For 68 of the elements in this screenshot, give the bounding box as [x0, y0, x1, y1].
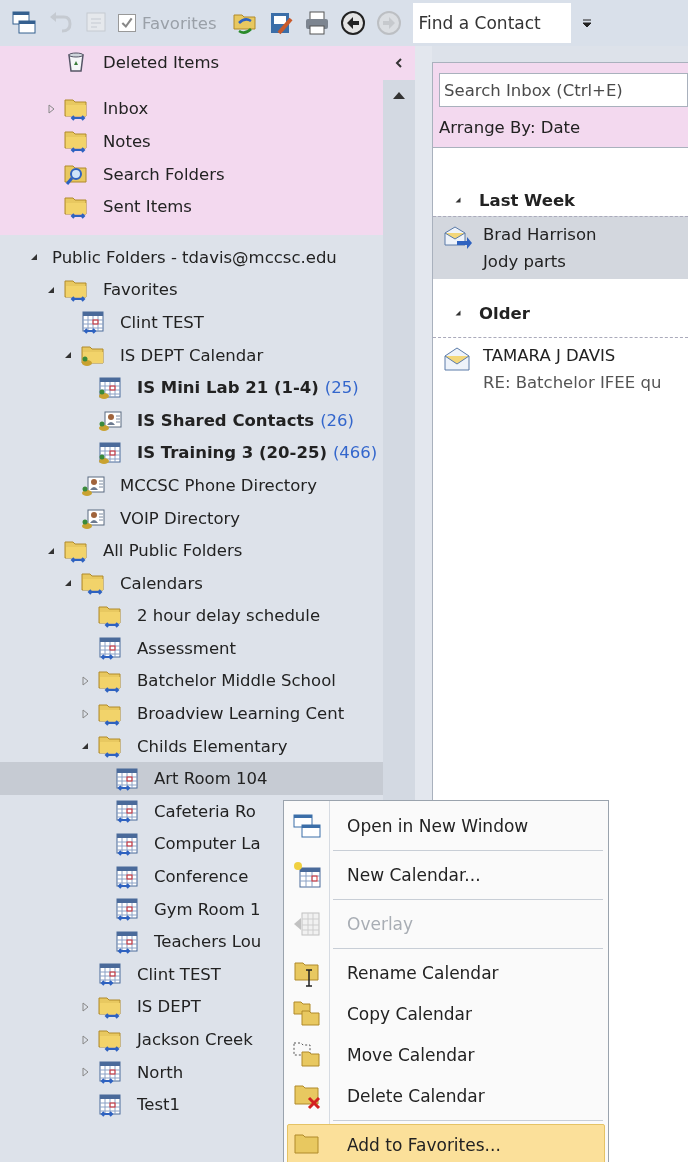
calendar-icon	[97, 1091, 123, 1118]
tree-item[interactable]: Public Folders - tdavis@mccsc.edu	[0, 240, 383, 274]
folder-icon	[80, 570, 106, 597]
menu-item[interactable]: Delete Calendar	[287, 1075, 605, 1116]
tree-item[interactable]: Favorites	[0, 273, 383, 307]
tree-item[interactable]: Art Room 104	[0, 762, 383, 796]
tree-item[interactable]: VOIP Directory	[0, 501, 383, 535]
message-subject: Jody parts	[483, 252, 567, 271]
shared-calendar-icon	[97, 374, 123, 401]
message-sender: TAMARA J DAVIS	[483, 346, 617, 365]
tree-item[interactable]: Batchelor Middle School	[0, 664, 383, 698]
tree-item[interactable]: IS Shared Contacts (26)	[0, 403, 383, 437]
copy-folders-icon	[292, 998, 322, 1029]
arrange-by-label[interactable]: Arrange By: Date	[433, 107, 688, 148]
tree-item[interactable]: All Public Folders	[0, 534, 383, 567]
tree-item[interactable]: Sent Items	[0, 190, 383, 223]
tree-item[interactable]: Notes	[0, 125, 383, 158]
calendar-icon	[97, 1059, 123, 1086]
tree-item[interactable]: Childs Elementary	[0, 729, 383, 763]
tree-item[interactable]: Inbox	[0, 92, 383, 126]
calendar-icon	[80, 309, 106, 336]
message-item[interactable]: TAMARA J DAVIS RE: Batchelor IFEE qu	[433, 337, 688, 400]
tree-item[interactable]: IS Training 3 (20-25) (466)	[0, 436, 383, 470]
new-calendar-icon	[292, 859, 322, 890]
calendar-icon	[114, 928, 140, 955]
message-sender: Brad Harrison	[483, 225, 597, 244]
menu-item[interactable]: Copy Calendar	[287, 993, 605, 1034]
folder-icon	[63, 128, 89, 155]
menu-item[interactable]: Move Calendar	[287, 1034, 605, 1075]
folder-icon	[97, 733, 123, 760]
menu-item[interactable]: New Calendar...	[287, 854, 605, 895]
expanded-arrow-icon[interactable]	[453, 195, 463, 205]
tree-item[interactable]: IS Mini Lab 21 (1-4) (25)	[0, 371, 383, 404]
message-item[interactable]: Brad Harrison Jody parts	[433, 216, 688, 279]
tree-item[interactable]: MCCSC Phone Directory	[0, 469, 383, 502]
calendar-icon	[114, 765, 140, 792]
calendar-icon	[97, 961, 123, 988]
find-contact-field[interactable]: Find a Contact	[412, 3, 571, 43]
scroll-up-arrow-icon[interactable]	[392, 90, 406, 100]
expanded-arrow-icon[interactable]	[453, 308, 463, 318]
message-subject: RE: Batchelor IFEE qu	[483, 373, 662, 392]
calendar-icon	[97, 635, 123, 662]
tree-item[interactable]: Search Folders	[0, 157, 383, 191]
menu-item[interactable]: Rename Calendar	[287, 952, 605, 993]
group-header: Older	[479, 304, 530, 323]
tree-item[interactable]: Assessment	[0, 632, 383, 665]
calendar-icon	[114, 896, 140, 923]
search-inbox-field[interactable]: Search Inbox (Ctrl+E)	[439, 73, 688, 107]
calendar-icon	[114, 830, 140, 857]
shared-calendar-icon	[97, 439, 123, 466]
menu-item[interactable]: Add to Favorites...	[287, 1124, 605, 1162]
menu-item[interactable]: Open in New Window	[287, 805, 605, 846]
forwarded-envelope-icon	[443, 225, 473, 251]
dropdown-arrow-icon[interactable]	[580, 17, 593, 29]
checkmark-icon	[120, 16, 134, 30]
open-envelope-icon	[443, 346, 473, 372]
calendar-icon	[114, 798, 140, 825]
tree-item[interactable]: 2 hour delay schedule	[0, 599, 383, 633]
folder-icon	[97, 668, 123, 694]
group-header: Last Week	[479, 191, 576, 210]
tree-item[interactable]: IS DEPT Calendar	[0, 338, 383, 372]
tree-item[interactable]: Broadview Learning Cent	[0, 697, 383, 730]
tree-item[interactable]: Clint TEST	[0, 306, 383, 339]
collapse-pane-icon[interactable]	[393, 57, 405, 69]
tree-item[interactable]: Deleted Items	[0, 46, 383, 79]
move-folder-icon	[292, 1039, 322, 1070]
tree-item[interactable]: Calendars	[0, 566, 383, 600]
calendar-icon	[114, 863, 140, 890]
